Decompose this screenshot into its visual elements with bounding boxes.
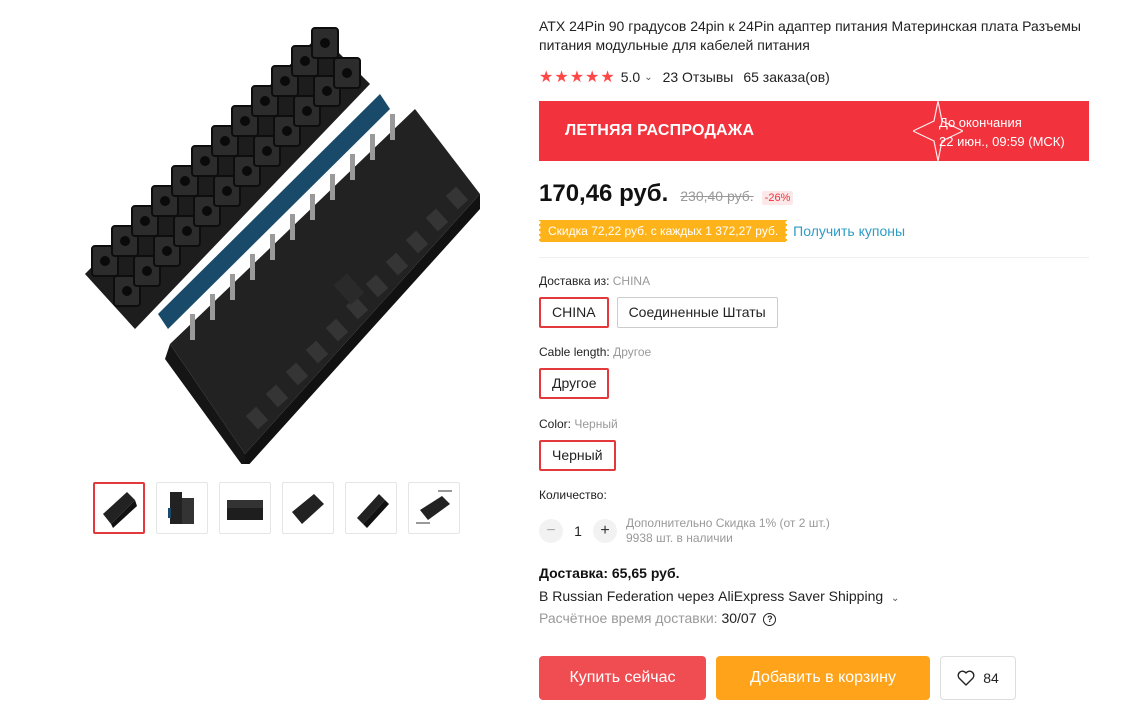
product-gallery <box>0 0 540 715</box>
ship-from-label: Доставка из: CHINA <box>539 274 650 288</box>
color-options: Черный <box>539 440 616 471</box>
star-icon: ★ <box>600 69 615 86</box>
star-icon: ★ <box>539 69 554 86</box>
thumbnail-3[interactable] <box>219 482 271 534</box>
star-icon: ★ <box>569 69 585 86</box>
quantity-minus-button[interactable]: − <box>539 519 563 543</box>
quantity-label: Количество: <box>539 488 607 502</box>
add-to-cart-button[interactable]: Добавить в корзину <box>716 656 930 700</box>
thumbnail-image <box>168 492 194 524</box>
chevron-down-icon[interactable]: ⌄ <box>891 593 899 604</box>
thumbnail-image <box>292 494 324 524</box>
help-icon[interactable]: ? <box>763 612 777 626</box>
delivery-time-label: Расчётное время доставки: <box>539 610 718 626</box>
sale-countdown: До окончания 22 июн., 09:59 (МСК) <box>939 113 1065 151</box>
rating-stars: ★ ★ ★ ★ ★ <box>539 67 615 87</box>
cable-length-options: Другое <box>539 368 610 399</box>
option-cable-length-other[interactable]: Другое <box>539 368 610 399</box>
extra-discount-text: Дополнительно Скидка 1% (от 2 шт.) <box>626 516 830 530</box>
cable-length-label: Cable length: Другое <box>539 345 651 359</box>
thumbnail-image <box>357 494 389 528</box>
orders-count: 65 заказа(ов) <box>743 69 830 85</box>
buy-now-button[interactable]: Купить сейчас <box>539 656 706 700</box>
color-label: Color: Черный <box>539 417 618 431</box>
heart-icon <box>957 670 975 686</box>
option-ship-from-us[interactable]: Соединенные Штаты <box>616 297 778 328</box>
product-title: ATX 24Pin 90 градусов 24pin к 24Pin адап… <box>539 18 1081 53</box>
ship-from-title: Доставка из: <box>539 274 610 288</box>
get-coupons-link[interactable]: Получить купоны <box>793 223 905 239</box>
thumbnail-image <box>416 490 452 524</box>
original-price: 230,40 руб. <box>680 188 754 204</box>
ship-from-value: CHINA <box>612 274 651 288</box>
rating-score[interactable]: 5.0 <box>621 69 640 85</box>
price-row: 170,46 руб. 230,40 руб. -26% <box>539 180 794 208</box>
rating-row: ★ ★ ★ ★ ★ 5.0 ⌄ 23 Отзывы 65 заказа(ов) <box>539 67 830 87</box>
shipping-info: Доставка: 65,65 руб. В Russian Federatio… <box>539 565 899 626</box>
shipping-route[interactable]: В Russian Federation через AliExpress Sa… <box>539 588 883 604</box>
thumbnail-1[interactable] <box>93 482 145 534</box>
sale-ends-time: 22 июн., 09:59 (МСК) <box>939 134 1065 149</box>
coupon-ticket: Скидка 72,22 руб. с каждых 1 372,27 руб. <box>536 220 790 242</box>
star-icon: ★ <box>554 69 569 86</box>
product-main-image[interactable] <box>70 14 490 464</box>
thumbnail-5[interactable] <box>345 482 397 534</box>
cable-length-title: Cable length: <box>539 345 610 359</box>
thumbnail-image <box>227 500 263 520</box>
star-icon: ★ <box>585 69 600 86</box>
option-color-black[interactable]: Черный <box>539 440 616 471</box>
sale-title: ЛЕТНЯЯ РАСПРОДАЖА <box>565 122 755 139</box>
current-price: 170,46 руб. <box>539 180 669 207</box>
stock-text: 9938 шт. в наличии <box>626 531 733 545</box>
shipping-cost: Доставка: 65,65 руб. <box>539 565 680 581</box>
action-buttons: Купить сейчас Добавить в корзину 84 <box>539 656 1016 700</box>
quantity-plus-button[interactable]: + <box>593 519 617 543</box>
sale-ends-label: До окончания <box>939 115 1022 130</box>
color-value: Черный <box>574 417 618 431</box>
quantity-input[interactable]: 1 <box>563 523 593 539</box>
thumbnail-strip <box>93 482 460 534</box>
wishlist-button[interactable]: 84 <box>940 656 1016 700</box>
sale-banner: ЛЕТНЯЯ РАСПРОДАЖА До окончания 22 июн., … <box>539 101 1089 161</box>
cable-length-value: Другое <box>613 345 652 359</box>
reviews-link[interactable]: 23 Отзывы <box>663 69 734 85</box>
thumbnail-2[interactable] <box>156 482 208 534</box>
quantity-stepper: − 1 + Дополнительно Скидка 1% (от 2 шт.)… <box>539 516 830 546</box>
thumbnail-4[interactable] <box>282 482 334 534</box>
shipping-method[interactable]: В Russian Federation через AliExpress Sa… <box>539 588 899 604</box>
quantity-info: Дополнительно Скидка 1% (от 2 шт.) 9938 … <box>626 516 830 546</box>
thumbnail-6[interactable] <box>408 482 460 534</box>
wishlist-count: 84 <box>983 670 999 686</box>
coupon-row: Скидка 72,22 руб. с каждых 1 372,27 руб.… <box>536 220 905 242</box>
chevron-down-icon[interactable]: ⌄ <box>644 72 652 83</box>
color-title: Color: <box>539 417 572 431</box>
divider <box>539 257 1089 258</box>
delivery-estimate: Расчётное время доставки: 30/07 ? <box>539 610 899 626</box>
delivery-date: 30/07 <box>721 610 757 626</box>
ship-from-options: CHINA Соединенные Штаты <box>539 297 778 328</box>
discount-badge: -26% <box>761 191 794 205</box>
option-ship-from-china[interactable]: CHINA <box>539 297 609 328</box>
thumbnail-image <box>103 492 137 528</box>
